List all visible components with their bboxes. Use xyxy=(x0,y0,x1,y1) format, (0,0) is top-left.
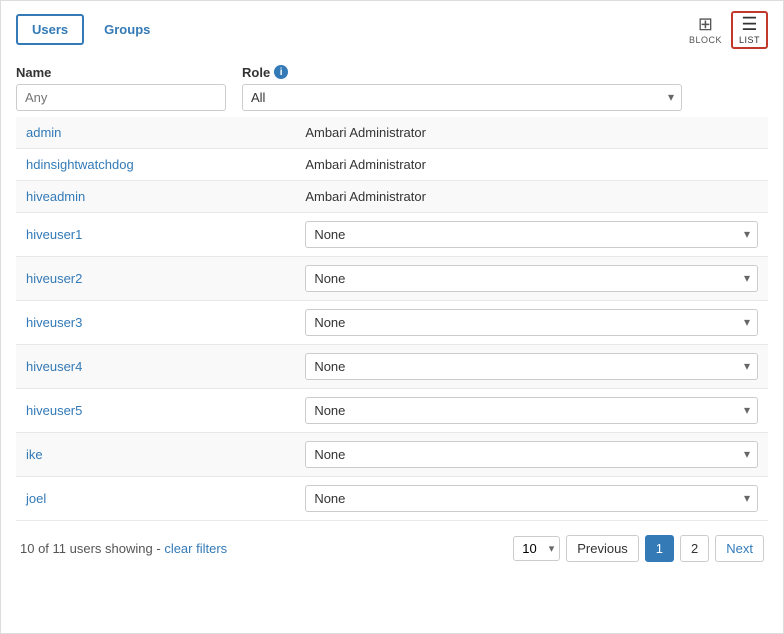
user-link[interactable]: hdinsightwatchdog xyxy=(26,157,134,172)
user-link[interactable]: hiveuser3 xyxy=(26,315,82,330)
list-label: LIST xyxy=(739,35,760,45)
role-filter-select[interactable]: All Ambari Administrator None xyxy=(242,84,682,111)
role-filter-wrapper: All Ambari Administrator None ▾ xyxy=(242,84,682,111)
user-role-select[interactable]: NoneAmbari Administrator xyxy=(305,309,758,336)
user-role-select[interactable]: NoneAmbari Administrator xyxy=(305,485,758,512)
table-row: hiveuser3 NoneAmbari Administrator▾ xyxy=(16,300,768,344)
role-select-wrapper: NoneAmbari Administrator▾ xyxy=(305,353,758,380)
role-select-wrapper: NoneAmbari Administrator▾ xyxy=(305,265,758,292)
user-role-cell: NoneAmbari Administrator▾ xyxy=(295,476,768,520)
user-role-select[interactable]: NoneAmbari Administrator xyxy=(305,353,758,380)
name-filter-col: Name xyxy=(16,65,226,111)
user-name-cell: hiveadmin xyxy=(16,180,295,212)
user-role-select[interactable]: NoneAmbari Administrator xyxy=(305,397,758,424)
tab-users[interactable]: Users xyxy=(16,14,84,45)
user-link[interactable]: hiveuser5 xyxy=(26,403,82,418)
user-role-cell: NoneAmbari Administrator▾ xyxy=(295,300,768,344)
user-role-cell: NoneAmbari Administrator▾ xyxy=(295,212,768,256)
user-name-cell: hiveuser5 xyxy=(16,388,295,432)
user-role-cell: Ambari Administrator xyxy=(295,148,768,180)
footer: 10 of 11 users showing - clear filters 1… xyxy=(16,535,768,562)
footer-info: 10 of 11 users showing - clear filters xyxy=(20,541,227,556)
list-icon: ☰ xyxy=(741,15,757,35)
role-select-wrapper: NoneAmbari Administrator▾ xyxy=(305,309,758,336)
user-link[interactable]: joel xyxy=(26,491,46,506)
table-row: hiveadmin Ambari Administrator xyxy=(16,180,768,212)
user-role-select[interactable]: NoneAmbari Administrator xyxy=(305,441,758,468)
table-row: hiveuser2 NoneAmbari Administrator▾ xyxy=(16,256,768,300)
tab-groups[interactable]: Groups xyxy=(88,14,166,45)
view-toggles: ⊞ BLOCK ☰ LIST xyxy=(682,11,768,49)
table-row: hiveuser5 NoneAmbari Administrator▾ xyxy=(16,388,768,432)
role-select-wrapper: NoneAmbari Administrator▾ xyxy=(305,221,758,248)
showing-text: 10 of 11 users showing xyxy=(20,541,153,556)
user-table: adminAmbari Administratorhdinsightwatchd… xyxy=(16,117,768,521)
page-1-button[interactable]: 1 xyxy=(645,535,674,562)
role-select-wrapper: NoneAmbari Administrator▾ xyxy=(305,485,758,512)
table-row: joel NoneAmbari Administrator▾ xyxy=(16,476,768,520)
top-nav: Users Groups ⊞ BLOCK ☰ LIST xyxy=(16,11,768,49)
name-filter-input[interactable] xyxy=(16,84,226,111)
role-info-icon: i xyxy=(274,65,288,79)
page-wrapper: Users Groups ⊞ BLOCK ☰ LIST Name Role i xyxy=(0,0,784,634)
view-toggle-block[interactable]: ⊞ BLOCK xyxy=(682,12,729,48)
block-icon: ⊞ xyxy=(698,15,713,35)
user-name-cell: hiveuser1 xyxy=(16,212,295,256)
view-toggle-list[interactable]: ☰ LIST xyxy=(731,11,768,49)
filter-row: Name Role i All Ambari Administrator Non… xyxy=(16,65,768,111)
table-row: hiveuser4 NoneAmbari Administrator▾ xyxy=(16,344,768,388)
clear-filters-link[interactable]: clear filters xyxy=(164,541,227,556)
table-row: admin Ambari Administrator xyxy=(16,117,768,149)
user-link[interactable]: hiveuser4 xyxy=(26,359,82,374)
table-row: ike NoneAmbari Administrator▾ xyxy=(16,432,768,476)
user-name-cell: hiveuser4 xyxy=(16,344,295,388)
role-filter-col: Role i All Ambari Administrator None ▾ xyxy=(242,65,682,111)
nav-tabs: Users Groups xyxy=(16,14,166,45)
name-filter-label: Name xyxy=(16,65,226,80)
pagination-controls: 10 25 50 ▾ Previous 1 2 Next xyxy=(513,535,764,562)
role-select-wrapper: NoneAmbari Administrator▾ xyxy=(305,397,758,424)
user-name-cell: hiveuser3 xyxy=(16,300,295,344)
page-size-wrapper: 10 25 50 ▾ xyxy=(513,536,560,561)
table-row: hiveuser1 NoneAmbari Administrator▾ xyxy=(16,212,768,256)
page-size-select[interactable]: 10 25 50 xyxy=(513,536,560,561)
user-role-cell: Ambari Administrator xyxy=(295,117,768,149)
block-label: BLOCK xyxy=(689,35,722,45)
user-role-cell: NoneAmbari Administrator▾ xyxy=(295,256,768,300)
user-name-cell: joel xyxy=(16,476,295,520)
user-link[interactable]: ike xyxy=(26,447,43,462)
role-filter-label: Role i xyxy=(242,65,682,80)
user-name-cell: admin xyxy=(16,117,295,149)
user-name-cell: hiveuser2 xyxy=(16,256,295,300)
page-2-button[interactable]: 2 xyxy=(680,535,709,562)
user-name-cell: hdinsightwatchdog xyxy=(16,148,295,180)
user-link[interactable]: hiveadmin xyxy=(26,189,85,204)
next-button[interactable]: Next xyxy=(715,535,764,562)
user-name-cell: ike xyxy=(16,432,295,476)
user-role-cell: NoneAmbari Administrator▾ xyxy=(295,432,768,476)
user-link[interactable]: hiveuser1 xyxy=(26,227,82,242)
user-role-cell: NoneAmbari Administrator▾ xyxy=(295,388,768,432)
user-link[interactable]: admin xyxy=(26,125,61,140)
role-select-wrapper: NoneAmbari Administrator▾ xyxy=(305,441,758,468)
user-role-select[interactable]: NoneAmbari Administrator xyxy=(305,221,758,248)
user-role-cell: NoneAmbari Administrator▾ xyxy=(295,344,768,388)
user-role-cell: Ambari Administrator xyxy=(295,180,768,212)
user-link[interactable]: hiveuser2 xyxy=(26,271,82,286)
table-row: hdinsightwatchdog Ambari Administrator xyxy=(16,148,768,180)
prev-button[interactable]: Previous xyxy=(566,535,639,562)
user-role-select[interactable]: NoneAmbari Administrator xyxy=(305,265,758,292)
